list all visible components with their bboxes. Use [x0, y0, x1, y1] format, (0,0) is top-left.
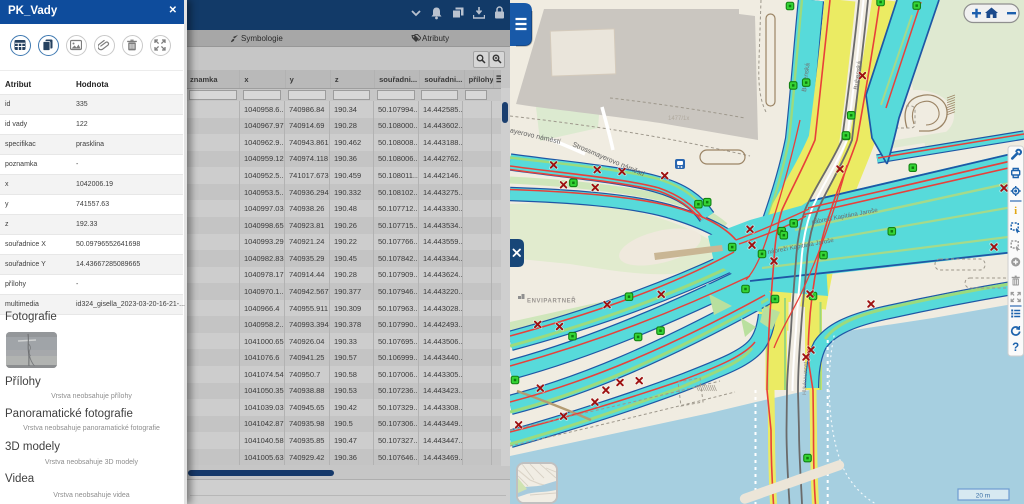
svg-text:20 m: 20 m [976, 493, 990, 500]
svg-text:i: i [1014, 205, 1017, 217]
svg-text:?: ? [1012, 342, 1019, 354]
svg-text:Hlávkuv most: Hlávkuv most [802, 361, 809, 395]
svg-text:ENVIPARTNER: ENVIPARTNER [527, 299, 576, 305]
svg-text:1477/1x: 1477/1x [668, 116, 689, 122]
svg-text:®: ® [572, 296, 575, 300]
